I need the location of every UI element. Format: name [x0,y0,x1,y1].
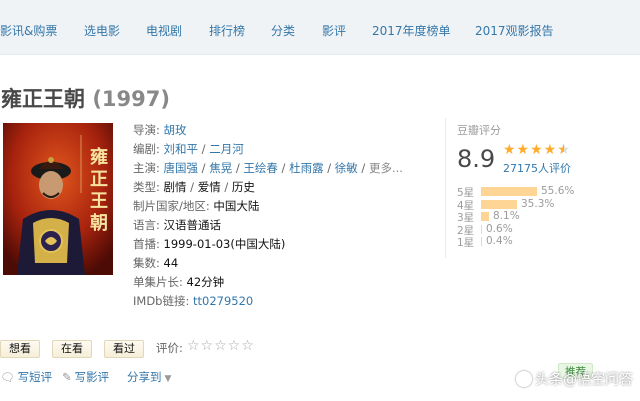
cast-link-1[interactable]: 唐国强 [164,161,199,175]
writer-label: 编剧: [133,142,164,156]
chevron-down-icon: ▼ [164,374,172,384]
info-genre: 类型: 剧情 / 爱情 / 历史 [133,180,255,194]
premiere-label: 首播: [133,237,164,251]
cast-link-3[interactable]: 王绘春 [243,161,278,175]
histogram-percent: 0.4% [486,235,513,247]
writer-link-1[interactable]: 刘和平 [164,142,199,156]
writer-link-2[interactable]: 二月河 [209,142,244,156]
info-imdb: IMDb链接: tt0279520 [133,292,253,311]
poster-title-char-3: 王 [90,191,108,212]
top-nav: 影讯&购票 选电影 电视剧 排行榜 分类 影评 2017年度榜单 2017观影报… [0,0,640,55]
language-value: 汉语普通话 [163,218,222,232]
watermark-text: 头条@悟空问答 [516,369,633,389]
watching-button[interactable]: 在看 [52,340,92,358]
genre-value-3: 历史 [231,180,255,194]
info-runtime: 单集片长: 42分钟 [133,273,224,292]
title-year: (1997) [92,87,170,111]
rating-label: 豆瓣评分 [457,124,501,137]
info-writer: 编剧: 刘和平 / 二月河 [133,142,244,156]
genre-label: 类型: [133,180,164,194]
rate-label: 评价: [156,341,183,355]
genre-value-1: 剧情 [163,180,187,194]
watermark-logo-icon [516,371,532,387]
pencil-icon: ✎ [62,370,72,384]
histogram-percent: 55.6% [541,185,575,197]
title-name: 雍正王朝 [1,87,85,111]
info-episodes: 集数: 44 [133,254,178,273]
cast-link-5[interactable]: 徐敏 [335,161,358,175]
watermark-label: 头条@悟空问答 [535,372,633,388]
info-language: 语言: 汉语普通话 [133,216,221,235]
cast-more-link[interactable]: 更多... [369,161,403,175]
runtime-label: 单集片长: [133,275,187,289]
genre-value-2: 爱情 [197,180,221,194]
imdb-link[interactable]: tt0279520 [193,294,253,308]
page-title: 雍正王朝 (1997) [1,83,170,113]
write-review-label: 写影评 [74,370,110,384]
nav-item-tv[interactable]: 电视剧 [146,22,182,39]
histogram-percent: 8.1% [493,210,520,222]
rating-divider [445,118,446,258]
rating-stars: ★★★★★★ [503,142,571,158]
runtime-value: 42分钟 [186,275,225,289]
nav-item-categories[interactable]: 分类 [271,22,295,39]
histogram-bar [481,212,489,221]
histogram-bar [481,187,537,196]
half-star-icon: ★ [557,142,564,158]
nav-item-tickets[interactable]: 影讯&购票 [0,22,57,39]
episodes-label: 集数: [133,256,164,270]
comment-icon: 🗨 [0,370,15,384]
imdb-label: IMDb链接: [133,294,193,308]
cast-link-4[interactable]: 杜雨露 [289,161,324,175]
share-label: 分享到 [127,370,162,384]
write-review-link[interactable]: ✎ 写影评 [62,369,109,385]
poster-art: 雍 正 王 朝 [3,123,113,275]
histogram-star-label: 1星 [457,237,475,249]
nav-item-reviews[interactable]: 影评 [322,22,346,39]
rate-stars-input[interactable]: ☆☆☆☆☆ [187,338,255,354]
poster-title-char-1: 雍 [90,146,108,168]
info-country: 制片国家/地区: 中国大陆 [133,197,259,216]
histogram-percent: 35.3% [521,197,555,210]
poster-title-char-2: 正 [90,169,108,190]
nav-item-annual-report[interactable]: 2017观影报告 [475,22,554,39]
episodes-value: 44 [163,256,179,270]
watched-button[interactable]: 看过 [104,340,144,358]
info-director: 导演: 胡玫 [133,121,187,140]
premiere-value: 1999-01-03(中国大陆) [163,237,286,251]
director-link[interactable]: 胡玫 [164,123,187,137]
rating-score: 8.9 [457,145,496,173]
star-empty-half-icon: ★ [564,142,571,158]
share-dropdown[interactable]: 分享到 ▼ [127,369,171,385]
cast-label: 主演: [133,161,164,175]
info-cast: 主演: 唐国强 / 焦晃 / 王绘春 / 杜雨露 / 徐敏 / 更多... [133,161,403,175]
votes-link[interactable]: 27175人评价 [503,160,571,176]
histogram-bar [481,224,482,234]
info-premiere: 首播: 1999-01-03(中国大陆) [133,235,285,254]
rating-stars-full: ★★★★ [503,142,558,158]
nav-item-charts[interactable]: 排行榜 [209,22,245,39]
poster-image[interactable]: 雍 正 王 朝 [3,123,113,275]
country-value: 中国大陆 [213,199,260,213]
nav-item-annual-list[interactable]: 2017年度榜单 [372,22,451,39]
write-short-review-label: 写短评 [17,370,53,384]
histogram-percent: 0.6% [486,222,513,235]
cast-link-2[interactable]: 焦晃 [209,161,232,175]
histogram-bar [481,199,517,209]
want-to-watch-button[interactable]: 想看 [0,340,40,358]
director-label: 导演: [133,123,164,137]
nav-item-movies[interactable]: 选电影 [84,22,120,39]
histogram-bar [481,237,482,246]
write-short-review-link[interactable]: 🗨 写短评 [0,369,52,385]
poster-title-char-4: 朝 [90,212,108,234]
country-label: 制片国家/地区: [133,199,214,213]
language-label: 语言: [133,218,164,232]
